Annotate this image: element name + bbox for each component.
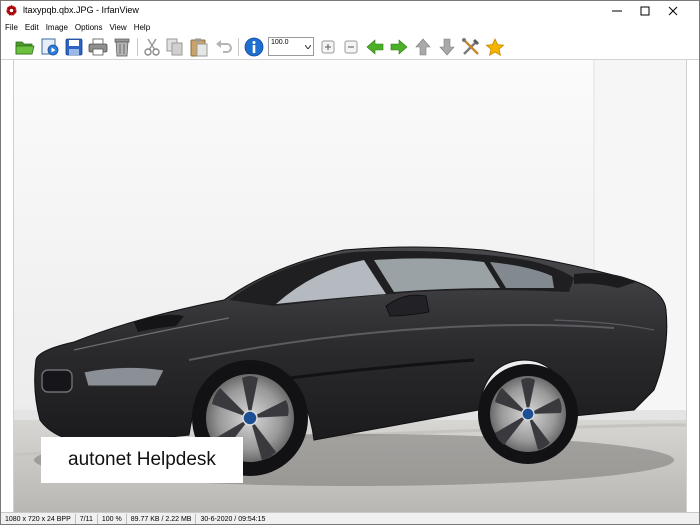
print-button[interactable] — [87, 36, 109, 58]
minimize-button[interactable] — [602, 1, 632, 21]
status-bar: 1080 x 720 x 24 BPP 7/11 100 % 89.77 KB … — [1, 512, 699, 524]
menu-view[interactable]: View — [107, 23, 130, 32]
first-button[interactable] — [412, 36, 434, 58]
cut-icon — [144, 38, 160, 56]
cut-button[interactable] — [141, 36, 163, 58]
print-icon — [88, 38, 108, 56]
menu-file[interactable]: File — [2, 23, 21, 32]
paste-button[interactable] — [188, 36, 210, 58]
paste-icon — [190, 38, 208, 56]
maximize-icon — [640, 6, 650, 16]
undo-button[interactable] — [213, 36, 235, 58]
info-icon — [244, 37, 264, 57]
title-bar: ltaxypqb.qbx.JPG - IrfanView — [1, 1, 699, 21]
status-dimensions: 1080 x 720 x 24 BPP — [1, 513, 76, 524]
watermark-text: autonet Helpdesk — [68, 449, 216, 470]
delete-button[interactable] — [111, 36, 133, 58]
status-position: 7/11 — [76, 513, 98, 524]
minimize-icon — [612, 10, 622, 12]
menu-help[interactable]: Help — [131, 23, 153, 32]
zoom-out-icon — [344, 40, 358, 54]
save-icon — [65, 38, 83, 56]
chevron-down-icon — [305, 45, 311, 49]
delete-icon — [114, 38, 130, 56]
menu-bar: File Edit Image Options View Help — [1, 21, 699, 34]
irfanview-window: ltaxypqb.qbx.JPG - IrfanView File Edit I… — [0, 0, 700, 525]
menu-image[interactable]: Image — [43, 23, 71, 32]
favorite-icon — [485, 37, 505, 56]
undo-icon — [216, 40, 232, 53]
zoom-in-icon — [321, 40, 335, 54]
left-gutter — [1, 60, 14, 512]
copy-icon — [166, 38, 183, 56]
slideshow-icon — [41, 38, 59, 56]
menu-edit[interactable]: Edit — [22, 23, 42, 32]
zoom-value: 100.0 — [271, 39, 289, 46]
last-icon — [439, 38, 455, 56]
open-button[interactable] — [14, 36, 36, 58]
watermark: autonet Helpdesk — [41, 437, 243, 483]
next-button[interactable] — [388, 36, 410, 58]
zoom-in-button[interactable] — [317, 36, 339, 58]
window-title: ltaxypqb.qbx.JPG - IrfanView — [23, 5, 139, 15]
zoom-out-button[interactable] — [340, 36, 362, 58]
last-button[interactable] — [436, 36, 458, 58]
close-icon — [668, 6, 678, 16]
toolbar: 100.0 — [1, 34, 699, 60]
irfanview-icon — [5, 4, 18, 17]
status-datetime: 30-6-2020 / 09:54:15 — [200, 515, 266, 523]
favorite-button[interactable] — [484, 36, 506, 58]
save-button[interactable] — [63, 36, 85, 58]
open-folder-icon — [15, 41, 35, 54]
toolbar-separator — [137, 38, 138, 56]
info-button[interactable] — [243, 36, 265, 58]
previous-icon — [366, 39, 384, 55]
right-gutter — [686, 60, 699, 512]
slideshow-button[interactable] — [39, 36, 61, 58]
copy-button[interactable] — [164, 36, 186, 58]
status-size: 89.77 KB / 2.22 MB — [127, 513, 197, 524]
menu-options[interactable]: Options — [72, 23, 106, 32]
previous-button[interactable] — [364, 36, 386, 58]
first-icon — [415, 38, 431, 56]
toolbar-separator — [238, 38, 239, 56]
settings-icon — [462, 38, 479, 55]
zoom-combo[interactable]: 100.0 — [268, 37, 314, 56]
status-zoom: 100 % — [98, 513, 127, 524]
close-button[interactable] — [658, 1, 688, 21]
settings-button[interactable] — [460, 36, 482, 58]
maximize-button[interactable] — [630, 1, 660, 21]
next-icon — [390, 39, 408, 55]
